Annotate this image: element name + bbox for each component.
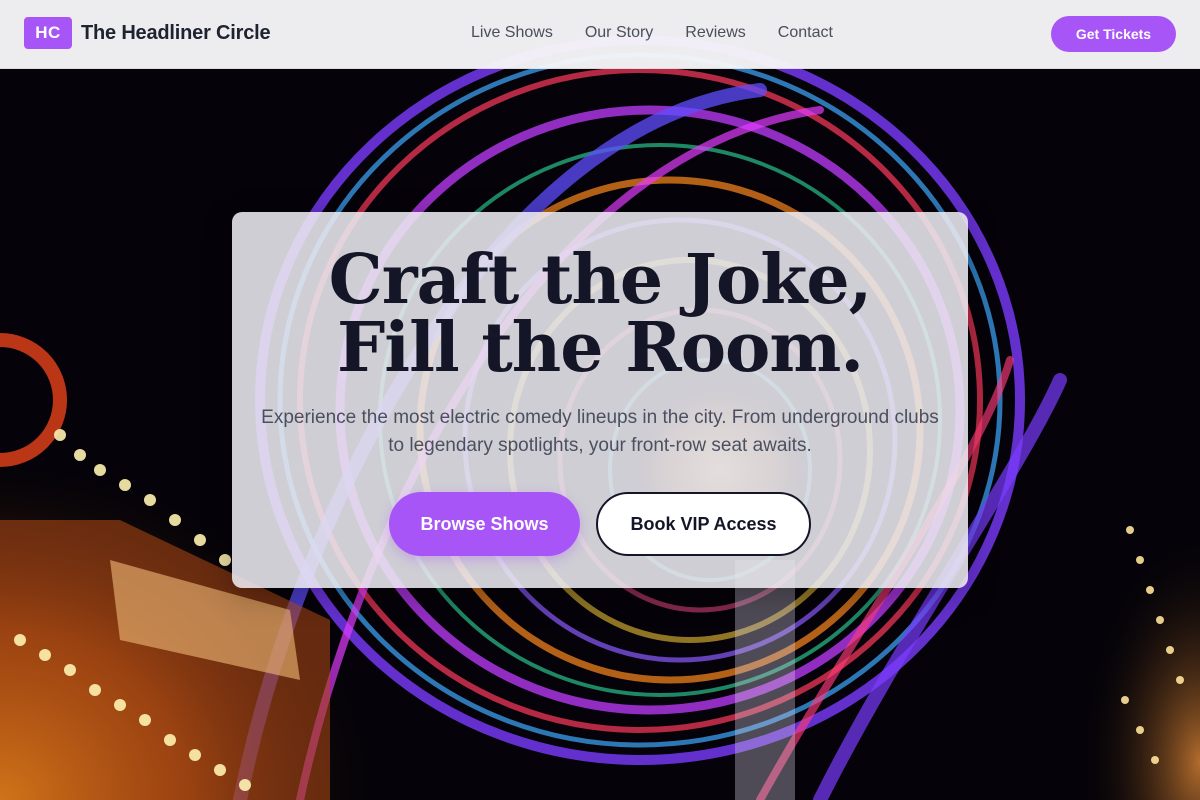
- brand-name: The Headliner Circle: [81, 21, 271, 44]
- nav-item-our-story[interactable]: Our Story: [585, 24, 653, 42]
- hero-headline: Craft the Joke, Fill the Room.: [232, 246, 968, 382]
- hero-description: Experience the most electric comedy line…: [261, 407, 939, 456]
- primary-menu: Live Shows Our Story Reviews Contact: [471, 24, 865, 42]
- nav-item-contact[interactable]: Contact: [778, 24, 833, 42]
- get-tickets-button[interactable]: Get Tickets: [1051, 16, 1176, 52]
- nav-item-reviews[interactable]: Reviews: [685, 24, 745, 42]
- browse-shows-button[interactable]: Browse Shows: [389, 492, 580, 556]
- hero-card: Craft the Joke, Fill the Room. Experienc…: [232, 212, 968, 588]
- hero-headline-line-2: Fill the Room.: [336, 308, 864, 388]
- hero-headline-line-1: Craft the Joke,: [328, 240, 873, 320]
- brand-monogram: HC: [24, 17, 72, 49]
- top-navigation-bar: HC The Headliner Circle Live Shows Our S…: [0, 0, 1200, 69]
- book-vip-access-button[interactable]: Book VIP Access: [596, 492, 811, 556]
- brand-logo-link[interactable]: HC The Headliner Circle: [24, 17, 271, 49]
- nav-item-live-shows[interactable]: Live Shows: [471, 24, 553, 42]
